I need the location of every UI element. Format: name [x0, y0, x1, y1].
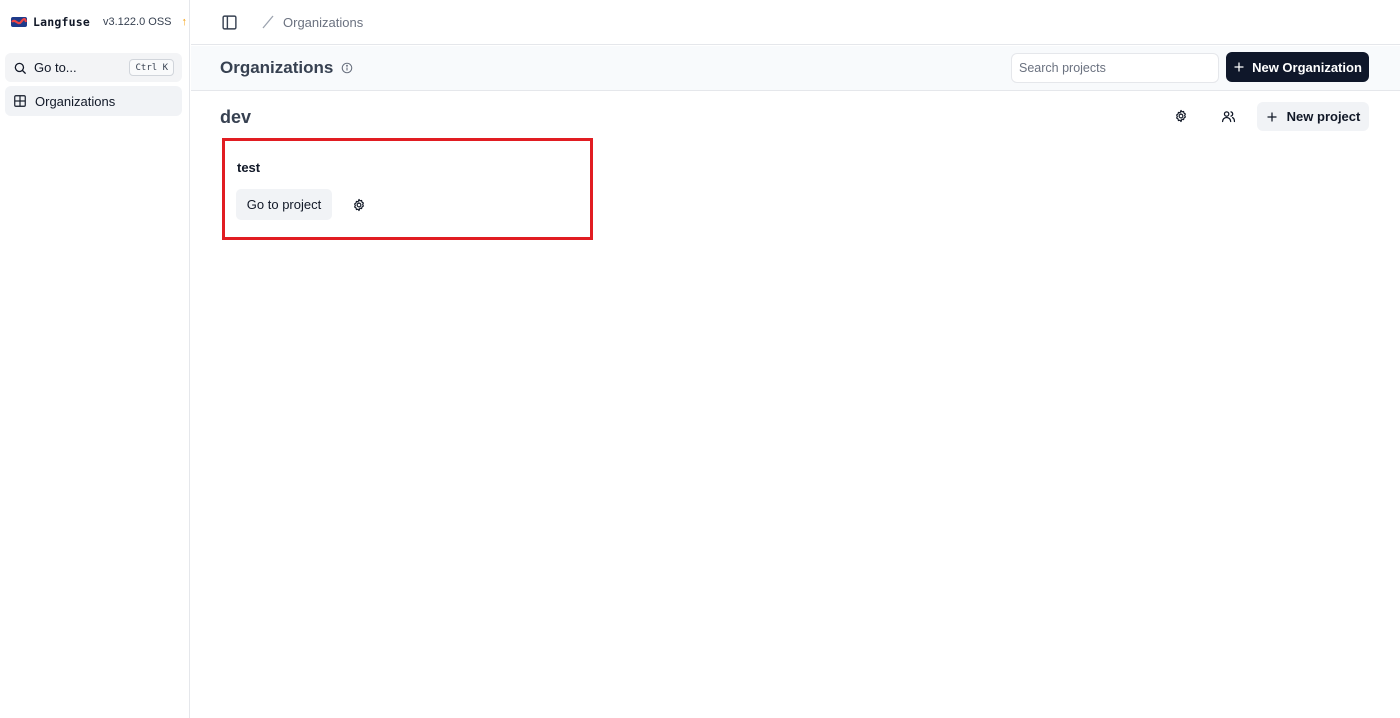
version-label: v3.122.0 OSS: [103, 16, 172, 28]
search-icon: [14, 62, 26, 74]
organization-name: dev: [220, 107, 252, 127]
project-settings-button[interactable]: [346, 192, 372, 218]
brand[interactable]: Langfuse v3.122.0 OSS ↑: [0, 0, 189, 44]
sidebar: Langfuse v3.122.0 OSS ↑ Go to... Ctrl K …: [0, 0, 190, 718]
page-header: Organizations New Organization: [191, 46, 1400, 91]
sidebar-toggle-icon[interactable]: [221, 14, 238, 31]
go-to-project-button[interactable]: Go to project: [236, 189, 332, 220]
gear-icon: [354, 198, 364, 212]
goto-label: Go to...: [34, 60, 77, 75]
new-project-label: New project: [1286, 109, 1361, 124]
project-name: test: [237, 160, 261, 175]
breadcrumb-organizations[interactable]: Organizations: [283, 15, 363, 30]
new-organization-label: New Organization: [1252, 59, 1362, 75]
sidebar-item-label: Organizations: [35, 93, 116, 109]
new-organization-button[interactable]: New Organization: [1226, 52, 1369, 82]
brand-name: Langfuse: [33, 15, 90, 29]
organization-settings-button[interactable]: [1166, 101, 1196, 131]
organization-members-button[interactable]: [1213, 101, 1243, 131]
new-project-button[interactable]: New project: [1257, 102, 1369, 131]
search-projects-input[interactable]: [1011, 53, 1219, 83]
goto-search-button[interactable]: Go to... Ctrl K: [5, 53, 182, 82]
page-title: Organizations: [220, 58, 353, 78]
update-arrow-icon[interactable]: ↑: [182, 16, 188, 28]
breadcrumb-separator-icon: [261, 15, 275, 29]
page-title-text: Organizations: [220, 58, 334, 77]
grid-icon: [14, 95, 26, 107]
plus-icon: [1234, 62, 1244, 72]
goto-shortcut: Ctrl K: [129, 59, 174, 76]
users-icon: [1221, 110, 1235, 122]
info-icon[interactable]: [341, 62, 353, 74]
topbar: Organizations: [191, 0, 1400, 45]
project-card: test Go to project: [222, 138, 593, 240]
sidebar-item-organizations[interactable]: Organizations: [5, 86, 182, 116]
gear-icon: [1176, 109, 1186, 123]
plus-icon: [1267, 111, 1277, 122]
langfuse-logo-icon: [11, 17, 27, 27]
